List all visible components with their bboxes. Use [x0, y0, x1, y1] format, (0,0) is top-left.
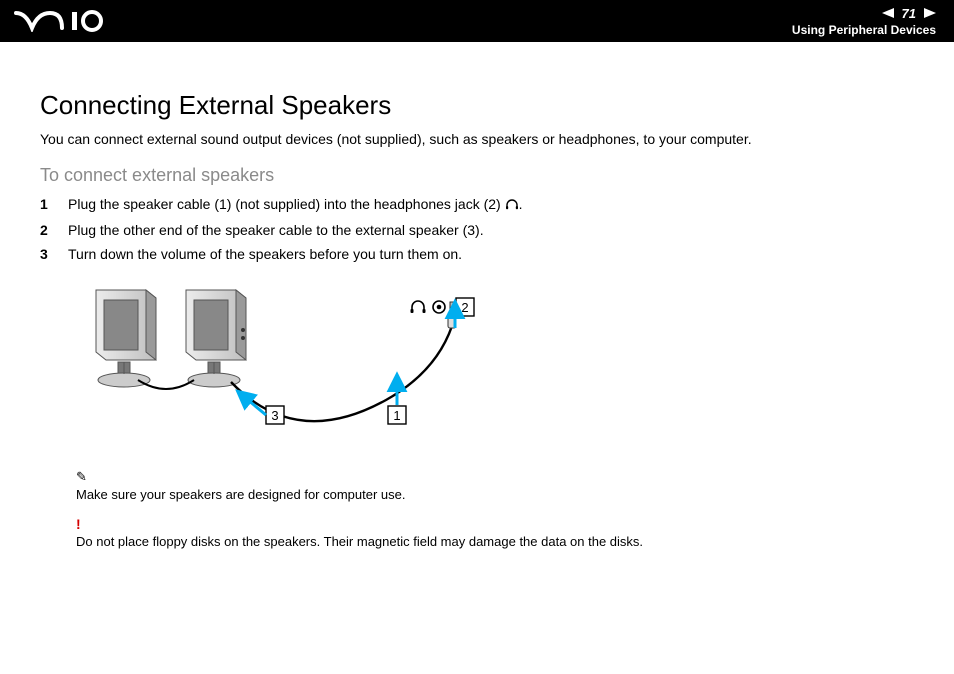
callout-1: 1 [388, 406, 406, 424]
warning-text: Do not place floppy disks on the speaker… [76, 534, 914, 549]
speaker-right-icon [186, 290, 246, 387]
callout-2: 2 [456, 298, 474, 316]
speaker-left-icon [96, 290, 156, 387]
intro-text: You can connect external sound output de… [40, 131, 914, 147]
next-page-arrow[interactable] [924, 8, 936, 18]
headphones-icon [411, 301, 426, 313]
step-3: 3 Turn down the volume of the speakers b… [40, 246, 914, 262]
page-title: Connecting External Speakers [40, 90, 914, 121]
step-2: 2 Plug the other end of the speaker cabl… [40, 222, 914, 238]
vaio-logo [14, 10, 124, 32]
page-nav: 71 [882, 6, 936, 21]
step-1: 1 Plug the speaker cable (1) (not suppli… [40, 196, 914, 214]
svg-text:2: 2 [461, 300, 468, 315]
step-text: Plug the other end of the speaker cable … [68, 222, 914, 238]
steps-list: 1 Plug the speaker cable (1) (not suppli… [40, 196, 914, 262]
note-icon: ✎ [76, 469, 914, 485]
svg-text:1: 1 [393, 408, 400, 423]
step-text: Plug the speaker cable (1) (not supplied… [68, 196, 914, 214]
page-content: Connecting External Speakers You can con… [0, 42, 954, 583]
page-number: 71 [902, 6, 916, 21]
prev-page-arrow[interactable] [882, 8, 894, 18]
svg-text:3: 3 [271, 408, 278, 423]
note-text: Make sure your speakers are designed for… [76, 487, 914, 502]
step-number: 2 [40, 222, 54, 238]
notes-block: ✎ Make sure your speakers are designed f… [76, 469, 914, 549]
step-text: Turn down the volume of the speakers bef… [68, 246, 914, 262]
header-bar: 71 Using Peripheral Devices [0, 0, 954, 42]
warning-icon: ! [76, 516, 914, 532]
speaker-diagram: 2 1 3 [76, 280, 914, 455]
step-number: 1 [40, 196, 54, 212]
section-title: Using Peripheral Devices [792, 23, 936, 37]
subheading: To connect external speakers [40, 165, 914, 186]
callout-3: 3 [266, 406, 284, 424]
step-number: 3 [40, 246, 54, 262]
speaker-cable [231, 326, 452, 421]
headphones-icon [505, 197, 519, 214]
header-right: 71 Using Peripheral Devices [792, 6, 936, 37]
jack-port-icon [433, 301, 445, 313]
